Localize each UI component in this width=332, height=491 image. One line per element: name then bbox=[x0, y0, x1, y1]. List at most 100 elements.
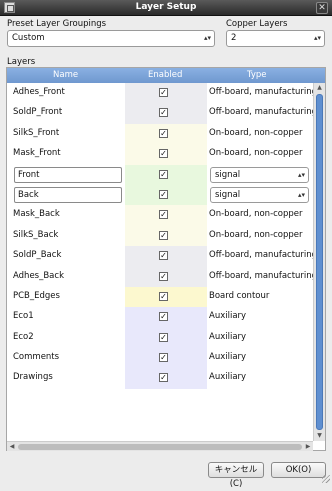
layer-name: Comments bbox=[13, 352, 60, 363]
layer-type: Board contour bbox=[209, 290, 270, 301]
layer-name: Eco2 bbox=[13, 331, 34, 342]
chevron-updown-icon: ▴▾ bbox=[203, 34, 211, 42]
copper-layers-value: 2 bbox=[231, 33, 237, 43]
layer-type-select[interactable]: signal ▴▾ bbox=[210, 166, 309, 183]
layer-name: Mask_Front bbox=[13, 148, 61, 159]
layer-type: Auxiliary bbox=[209, 372, 247, 383]
enabled-cell: ✓ bbox=[125, 103, 207, 124]
layer-name-input[interactable]: Front bbox=[14, 166, 122, 183]
table-row[interactable]: Comments ✓ Auxiliary bbox=[7, 348, 313, 369]
layer-name-input[interactable]: Back bbox=[14, 186, 122, 203]
scroll-down-icon[interactable]: ▼ bbox=[314, 431, 325, 441]
layer-type-value: signal bbox=[215, 169, 241, 180]
layer-enabled-checkbox[interactable]: ✓ bbox=[159, 149, 168, 159]
layer-enabled-checkbox[interactable]: ✓ bbox=[159, 189, 168, 199]
layer-type: Auxiliary bbox=[209, 311, 247, 322]
layer-type: Auxiliary bbox=[209, 331, 247, 342]
layer-enabled-checkbox[interactable]: ✓ bbox=[159, 373, 168, 383]
enabled-cell: ✓ bbox=[125, 246, 207, 267]
table-row[interactable]: Mask_Back ✓ On-board, non-copper bbox=[7, 205, 313, 226]
enabled-cell: ✓ bbox=[125, 368, 207, 389]
scroll-right-icon[interactable]: ▶ bbox=[303, 442, 313, 452]
table-body: Adhes_Front ✓ Off-board, manufacturing Sold… bbox=[7, 83, 317, 389]
table-row[interactable]: SoldP_Back ✓ Off-board, manufacturing bbox=[7, 246, 317, 267]
copper-layers-select[interactable]: 2 ▴▾ bbox=[226, 30, 325, 47]
scroll-left-icon[interactable]: ◀ bbox=[7, 442, 17, 452]
layer-enabled-checkbox[interactable]: ✓ bbox=[159, 88, 168, 97]
layer-enabled-checkbox[interactable]: ✓ bbox=[159, 312, 168, 322]
preset-label: Preset Layer Groupings bbox=[7, 19, 107, 29]
enabled-cell: ✓ bbox=[125, 225, 207, 247]
layer-type: On-board, non-copper bbox=[209, 229, 303, 240]
layer-name: Adhes_Back bbox=[13, 270, 64, 281]
table-row[interactable]: Mask_Front ✓ On-board, non-copper bbox=[7, 144, 313, 165]
column-header-type[interactable]: Type bbox=[247, 70, 267, 80]
horizontal-scrollbar[interactable]: ◀ ▶ bbox=[7, 441, 313, 451]
layers-section-label: Layers bbox=[7, 57, 36, 67]
close-icon[interactable]: ✕ bbox=[316, 2, 328, 14]
table-row[interactable]: Front ✓ signal ▴▾ bbox=[7, 164, 313, 185]
layer-type-select[interactable]: signal ▴▾ bbox=[210, 186, 309, 203]
title-bar: Layer Setup ✕ bbox=[0, 0, 332, 16]
layer-enabled-checkbox[interactable]: ✓ bbox=[159, 353, 168, 363]
chevron-updown-icon: ▴▾ bbox=[297, 170, 305, 179]
table-row[interactable]: SilkS_Back ✓ On-board, non-copper bbox=[7, 225, 313, 247]
layer-enabled-checkbox[interactable]: ✓ bbox=[159, 128, 168, 138]
table-row[interactable]: SilkS_Front ✓ On-board, non-copper bbox=[7, 123, 313, 145]
enabled-cell: ✓ bbox=[125, 266, 207, 287]
table-row[interactable]: PCB_Edges ✓ Board contour bbox=[7, 286, 313, 308]
table-row[interactable]: Eco1 ✓ Auxiliary bbox=[7, 307, 313, 328]
layer-enabled-checkbox[interactable]: ✓ bbox=[159, 291, 168, 301]
enabled-cell: ✓ bbox=[125, 327, 207, 349]
ok-button[interactable]: OK(O) bbox=[271, 462, 326, 478]
layer-enabled-checkbox[interactable]: ✓ bbox=[159, 271, 168, 281]
vertical-scrollbar[interactable]: ▲ ▼ bbox=[313, 83, 325, 441]
layer-type: Off-board, manufacturing bbox=[209, 270, 318, 281]
horizontal-scroll-thumb[interactable] bbox=[18, 444, 302, 450]
scroll-up-icon[interactable]: ▲ bbox=[314, 83, 325, 93]
layer-name: SilkS_Back bbox=[13, 229, 59, 240]
layer-type: Off-board, manufacturing bbox=[209, 87, 318, 97]
layer-name: PCB_Edges bbox=[13, 290, 60, 301]
enabled-cell: ✓ bbox=[125, 307, 207, 328]
layer-name: SoldP_Back bbox=[13, 250, 62, 261]
layer-enabled-checkbox[interactable]: ✓ bbox=[159, 251, 168, 261]
layer-type-value: signal bbox=[215, 189, 241, 200]
preset-select[interactable]: Custom ▴▾ bbox=[7, 30, 215, 47]
layer-type: On-board, non-copper bbox=[209, 148, 303, 159]
layer-name: SilkS_Front bbox=[13, 127, 60, 138]
column-header-enabled[interactable]: Enabled bbox=[148, 70, 182, 80]
layer-type: Auxiliary bbox=[209, 352, 247, 363]
enabled-cell: ✓ bbox=[125, 286, 207, 308]
resize-grip-icon[interactable] bbox=[322, 475, 330, 483]
enabled-cell: ✓ bbox=[125, 144, 207, 165]
enabled-cell: ✓ bbox=[125, 164, 207, 185]
table-header: Name Enabled Type bbox=[7, 68, 325, 83]
layer-enabled-checkbox[interactable]: ✓ bbox=[159, 210, 168, 220]
table-row[interactable]: Adhes_Front ✓ Off-board, manufacturing bbox=[7, 83, 317, 104]
vertical-scroll-thumb[interactable] bbox=[316, 94, 323, 430]
layer-enabled-checkbox[interactable]: ✓ bbox=[159, 169, 168, 179]
layer-name: Drawings bbox=[13, 372, 53, 383]
layer-name: Adhes_Front bbox=[13, 87, 65, 97]
layer-name: Eco1 bbox=[13, 311, 34, 322]
layer-enabled-checkbox[interactable]: ✓ bbox=[159, 108, 168, 118]
enabled-cell: ✓ bbox=[125, 348, 207, 369]
table-row[interactable]: Back ✓ signal ▴▾ bbox=[7, 184, 313, 206]
enabled-cell: ✓ bbox=[125, 205, 207, 226]
layer-type: On-board, non-copper bbox=[209, 209, 303, 220]
layers-table: Name Enabled Type Adhes_Front ✓ Off-board,… bbox=[6, 67, 326, 451]
table-row[interactable]: Drawings ✓ Auxiliary bbox=[7, 368, 313, 389]
cancel-button[interactable]: キャンセル(C) bbox=[208, 462, 264, 489]
layer-type: Off-board, manufacturing bbox=[209, 250, 318, 261]
table-row[interactable]: Adhes_Back ✓ Off-board, manufacturing bbox=[7, 266, 317, 287]
enabled-cell: ✓ bbox=[125, 83, 207, 104]
layer-name: SoldP_Front bbox=[13, 107, 63, 118]
window-title: Layer Setup bbox=[135, 2, 197, 12]
layer-enabled-checkbox[interactable]: ✓ bbox=[159, 332, 168, 342]
table-row[interactable]: SoldP_Front ✓ Off-board, manufacturing bbox=[7, 103, 317, 124]
copper-layers-label: Copper Layers bbox=[226, 19, 288, 29]
layer-enabled-checkbox[interactable]: ✓ bbox=[159, 230, 168, 240]
column-header-name[interactable]: Name bbox=[53, 70, 78, 80]
table-row[interactable]: Eco2 ✓ Auxiliary bbox=[7, 327, 313, 349]
